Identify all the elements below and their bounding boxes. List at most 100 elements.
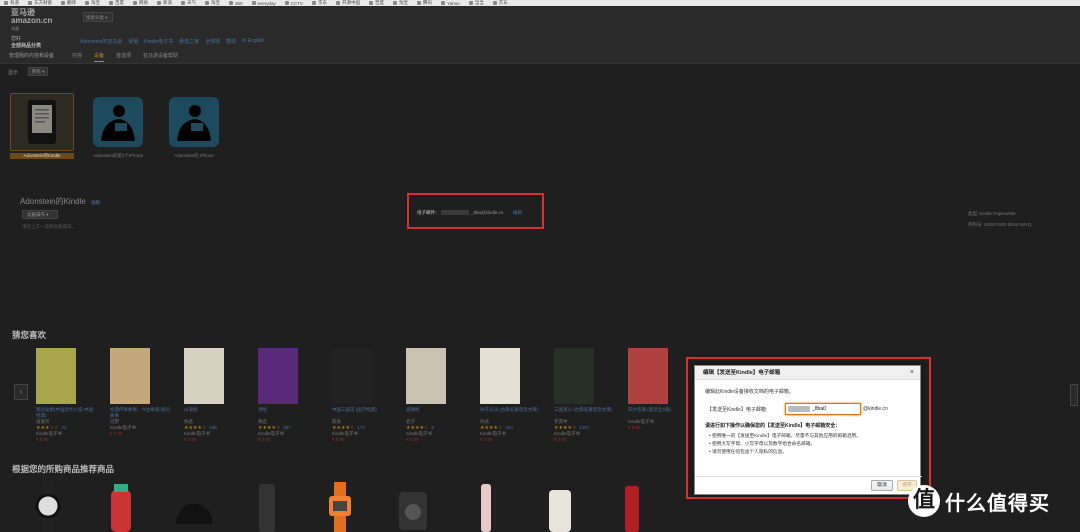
book-title[interactable]: 三国演义 (古典名著普及文库)	[554, 407, 614, 419]
bookmark-item[interactable]: CCTV	[284, 1, 303, 6]
purchase-recommend-title: 根据您的所购商品推荐商品	[12, 464, 115, 474]
device-name-edit-link[interactable]: 编辑	[91, 200, 100, 205]
book-title[interactable]: 四大名著 (套装全4册)	[628, 407, 688, 419]
bookmark-item[interactable]: everyday	[251, 1, 276, 6]
book-cover[interactable]	[184, 348, 224, 404]
nav-link[interactable]: Adonstein的亚马逊	[80, 38, 122, 45]
nav-link[interactable]: 惠选之家	[179, 38, 199, 45]
cancel-button[interactable]: 取消	[871, 480, 893, 491]
subtabs: 内容 设备 首选项 亚马逊设备帮助	[72, 52, 178, 62]
dialog-header: 编辑【发送至Kindle】电子邮箱 ×	[695, 366, 920, 380]
bookmark-icon	[4, 1, 8, 5]
device-card[interactable]: Adonstein的Kindle	[10, 93, 74, 159]
book-title[interactable]: 中国三国志 (国学经典)	[332, 407, 392, 419]
book-cover[interactable]	[258, 348, 298, 404]
kindle-email-highlight: 电子邮件： _8ba@kindle.cn 编辑	[407, 193, 544, 229]
top-nav: Adonstein的亚马逊 促销 Kindle电子书 惠选之家 全球购 帮助 In Engl…	[80, 38, 264, 45]
bookmark-item[interactable]: 360	[229, 1, 243, 6]
book-item[interactable]: 诗经 佚名 ★★★★☆ 287 Kindle电子书 ¥ 0.99	[258, 348, 332, 443]
nav-link[interactable]: 全球购	[205, 38, 220, 45]
bookmark-icon	[61, 1, 65, 5]
carousel-next-button[interactable]	[1070, 384, 1078, 406]
book-price: ¥ 0.99	[554, 437, 567, 442]
page: 有道 东方财富 翻译 淘宝 百度 网易 新浪 天气 淘宝 360 everyday CCTV 京东 开源中…	[0, 0, 1080, 532]
email-field-label: 【发送至Kindle】电子邮箱:	[707, 407, 768, 413]
rating-count[interactable]: 1387	[579, 425, 589, 431]
email-redacted	[441, 210, 469, 215]
book-item[interactable]: 中国三国志 (国学经典) 陈寿 ★★★★☆ 173 Kindle电子书 ¥ 0.99	[332, 348, 406, 443]
dialog-title: 编辑【发送至Kindle】电子邮箱	[703, 370, 781, 376]
product-digital-watch[interactable]	[320, 482, 360, 532]
book-cover[interactable]	[628, 348, 668, 404]
manage-content-label: 管理我的内容和设备	[9, 53, 55, 59]
amazon-logo[interactable]: 亚马逊 amazon.cn 卓越	[11, 9, 52, 33]
carousel-prev-button[interactable]: ‹	[14, 384, 28, 400]
logo-text: amazon.cn	[11, 16, 53, 25]
book-cover[interactable]	[406, 348, 446, 404]
rating-count[interactable]: 173	[357, 425, 365, 431]
tab-1[interactable]: 设备	[94, 52, 105, 62]
tab-0[interactable]: 内容	[72, 52, 82, 62]
book-cover[interactable]	[110, 348, 150, 404]
bookmark-item[interactable]: Yahoo	[441, 1, 460, 6]
rating-count[interactable]: 334	[505, 425, 513, 431]
product-pink-bottle[interactable]	[466, 482, 506, 532]
book-item[interactable]: 我的读者(中国近代小说·中国经典) 张爱玲 ★★★☆☆ 22 Kindle电子书 ¥ 0.…	[36, 348, 110, 443]
rating-count[interactable]: 166	[209, 425, 217, 431]
book-title[interactable]: 经典传奇故事：今古奇观 民间故事	[110, 407, 170, 419]
book-title[interactable]: 道德经	[406, 407, 466, 419]
filter-dropdown[interactable]: 所有 ▾	[28, 67, 48, 76]
book-title[interactable]: 山海经	[184, 407, 244, 419]
book-price: ¥ 0.99	[36, 437, 49, 442]
book-title[interactable]: 孙子兵法 (古典名著普及文库)	[480, 407, 540, 419]
book-cover[interactable]	[554, 348, 594, 404]
book-title[interactable]: 我的读者(中国近代小说·中国经典)	[36, 407, 96, 419]
book-item[interactable]: 道德经 老子 ★★★★☆ 9 Kindle电子书 ¥ 0.99	[406, 348, 480, 443]
bookmark-icon	[157, 1, 161, 5]
book-cover[interactable]	[332, 348, 372, 404]
device-serial: 序列号: G000 K803 8026 N8YQ	[968, 222, 1032, 227]
tab-2[interactable]: 首选项	[116, 52, 131, 62]
all-categories-menu[interactable]: 您好 全部商品分类	[11, 35, 41, 49]
nav-link[interactable]: Kindle电子书	[144, 38, 173, 45]
book-title[interactable]: 诗经	[258, 407, 318, 419]
book-item[interactable]: 经典传奇故事：今古奇观 民间故事 冯梦 Kindle电子书 ¥ 1.99	[110, 348, 184, 443]
book-price: ¥ 1.99	[110, 431, 123, 436]
rule-item: 使用唯一的【发送至Kindle】电子邮箱，尽量不与其他应用的邮箱混用。	[709, 432, 861, 440]
device-card[interactable]: Adonstein的第2个iPhone	[86, 93, 150, 159]
device-card[interactable]: Adonstein的 iPhone	[162, 93, 226, 159]
rating-count[interactable]: 22	[61, 425, 66, 431]
book-cover[interactable]	[480, 348, 520, 404]
bookmark-icon	[369, 1, 374, 5]
bookmark-icon	[133, 1, 137, 5]
kindle-app-icon	[162, 93, 226, 151]
search-category-select[interactable]: 搜索分类 ▾	[83, 12, 113, 22]
book-cover[interactable]	[36, 348, 76, 404]
book-carousel: 我的读者(中国近代小说·中国经典) 张爱玲 ★★★☆☆ 22 Kindle电子书 ¥ 0.…	[36, 348, 702, 443]
nav-link[interactable]: In English	[242, 38, 264, 45]
logo-sub: 卓越	[11, 26, 19, 31]
filter-label: 显示	[8, 70, 19, 76]
device-type: 类型: Kindle Paperwhite	[968, 211, 1016, 216]
tab-3[interactable]: 亚马逊设备帮助	[143, 52, 178, 62]
product-white-cup[interactable]	[539, 482, 579, 532]
device-actions-button[interactable]: 设备操作 ▾	[22, 210, 58, 219]
book-item[interactable]: 三国演义 (古典名著普及文库) 罗贯中 ★★★★☆ 1387 Kindle电子书 ¥ 0.…	[554, 348, 628, 443]
book-price: ¥ 0.99	[184, 437, 197, 442]
product-shoe[interactable]	[174, 482, 214, 532]
product-lunch-box[interactable]	[393, 482, 433, 532]
device-caption: Adonstein的Kindle	[10, 153, 74, 159]
product-watch[interactable]	[28, 482, 68, 532]
book-item[interactable]: 孙子兵法 (古典名著普及文库) 孙武 ★★★★☆ 334 Kindle电子书 ¥ 0.99	[480, 348, 554, 443]
nav-link[interactable]: 帮助	[226, 38, 236, 45]
close-icon[interactable]: ×	[910, 366, 914, 380]
book-item[interactable]: 山海经 佚名 ★★★★☆ 166 Kindle电子书 ¥ 0.99	[184, 348, 258, 443]
product-thermos[interactable]	[247, 482, 287, 532]
product-red-bottle[interactable]	[612, 482, 652, 532]
product-water-bottle[interactable]	[101, 482, 141, 532]
email-edit-link[interactable]: 编辑	[513, 210, 522, 216]
email-input-redacted	[788, 406, 810, 412]
rating-count[interactable]: 287	[283, 425, 291, 431]
bookmark-icon	[251, 1, 256, 5]
nav-link[interactable]: 促销	[128, 38, 138, 45]
